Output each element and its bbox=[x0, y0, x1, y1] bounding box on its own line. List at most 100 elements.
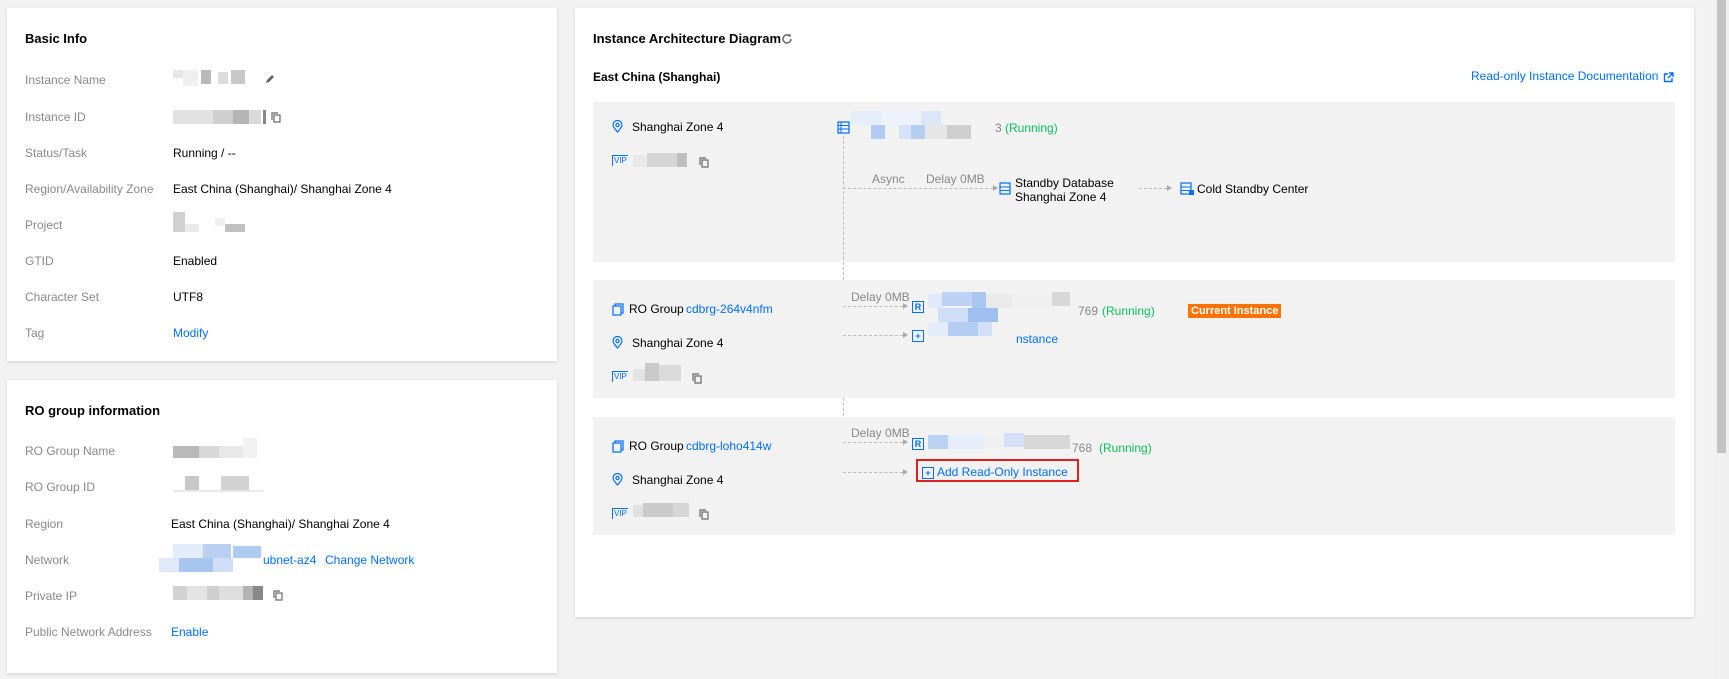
ro-group-name-redacted bbox=[173, 438, 273, 458]
network-redacted bbox=[159, 544, 263, 574]
ro-2-add-connector bbox=[843, 472, 903, 473]
standby-db-icon bbox=[999, 182, 1011, 195]
ro-1-instance-status: (Running) bbox=[1102, 304, 1155, 318]
master-zone-label: Shanghai Zone 4 bbox=[632, 120, 724, 134]
tag-modify-link[interactable]: Modify bbox=[173, 326, 208, 340]
region-zone-value: East China (Shanghai)/ Shanghai Zone 4 bbox=[173, 182, 392, 196]
copy-icon[interactable] bbox=[699, 157, 709, 168]
readonly-instance-icon: R bbox=[912, 438, 924, 450]
instance-id-label: Instance ID bbox=[25, 110, 86, 124]
region-heading: East China (Shanghai) bbox=[593, 70, 721, 84]
project-redacted bbox=[173, 212, 263, 232]
instance-icon bbox=[837, 121, 850, 134]
change-network-link[interactable]: Change Network bbox=[325, 553, 414, 567]
ro-1-instance-id-tail: 769 bbox=[1078, 304, 1099, 318]
architecture-diagram-card: Instance Architecture Diagram East China… bbox=[575, 8, 1694, 617]
ro-group-id-redacted bbox=[173, 474, 273, 494]
async-label: Async bbox=[872, 172, 905, 186]
gtid-value: Enabled bbox=[173, 254, 218, 268]
edit-icon[interactable] bbox=[265, 74, 275, 84]
current-instance-badge: Current Instance bbox=[1188, 304, 1282, 318]
copy-icon[interactable] bbox=[271, 112, 281, 123]
ro-2-instance-connector bbox=[843, 442, 903, 443]
ro-group-1-id-link[interactable]: cdbrg-264v4nfm bbox=[686, 302, 773, 316]
master-delay-label: Delay 0MB bbox=[926, 172, 985, 186]
ro-2-instance-id-tail: 768 bbox=[1072, 441, 1093, 455]
vip-icon: VIP bbox=[612, 508, 628, 519]
public-address-label: Public Network Address bbox=[25, 625, 152, 639]
copy-icon[interactable] bbox=[699, 509, 709, 520]
plus-icon[interactable]: + bbox=[922, 467, 934, 479]
add-readonly-instance-button[interactable]: Add Read-Only Instance bbox=[937, 465, 1068, 479]
cold-standby-icon bbox=[1180, 182, 1194, 195]
basic-info-title: Basic Info bbox=[25, 31, 88, 46]
cold-standby-label: Cold Standby Center bbox=[1197, 182, 1309, 196]
ro-1-add-arrow bbox=[903, 332, 908, 338]
refresh-icon[interactable] bbox=[781, 33, 793, 45]
page-scrollbar-thumb[interactable] bbox=[1717, 0, 1726, 453]
master-instance-redacted bbox=[851, 111, 991, 141]
ro-group-id-label: RO Group ID bbox=[25, 480, 96, 494]
region-value: East China (Shanghai)/ Shanghai Zone 4 bbox=[171, 517, 390, 531]
page-scrollbar[interactable] bbox=[1714, 0, 1729, 679]
master-instance-id-tail: 3 bbox=[995, 121, 1002, 135]
private-ip-label: Private IP bbox=[25, 589, 78, 603]
ro-1-add-connector bbox=[843, 335, 903, 336]
charset-label: Character Set bbox=[25, 290, 100, 304]
region-label: Region bbox=[25, 517, 64, 531]
charset-value: UTF8 bbox=[173, 290, 203, 304]
copy-icon[interactable] bbox=[692, 373, 702, 384]
ro-group-2-vip-redacted bbox=[633, 503, 693, 519]
instance-id-redacted bbox=[173, 110, 269, 124]
standby-db-zone: Shanghai Zone 4 bbox=[1015, 190, 1107, 204]
copy-icon[interactable] bbox=[273, 590, 283, 601]
ro-1-add-instance-link[interactable]: nstance bbox=[1016, 332, 1058, 346]
ro-group-icon bbox=[612, 440, 624, 453]
project-label: Project bbox=[25, 218, 63, 232]
ro-2-instance-status: (Running) bbox=[1099, 441, 1152, 455]
vip-icon: VIP bbox=[612, 371, 628, 382]
instance-name-redacted bbox=[173, 70, 263, 86]
ro-group-1-zone: Shanghai Zone 4 bbox=[632, 336, 724, 350]
location-icon bbox=[612, 120, 623, 133]
master-status: (Running) bbox=[1005, 121, 1058, 135]
network-label: Network bbox=[25, 553, 70, 567]
ro-2-add-arrow bbox=[903, 469, 908, 475]
private-ip-redacted bbox=[173, 586, 269, 600]
readonly-doc-link[interactable]: Read-only Instance Documentation bbox=[1471, 69, 1658, 83]
ro-2-instance-redacted bbox=[928, 433, 1078, 451]
ro-1-instance-connector bbox=[843, 306, 903, 307]
ro-group-2-prefix: RO Group bbox=[629, 439, 684, 453]
location-icon bbox=[612, 336, 623, 349]
ro-2-delay-label: Delay 0MB bbox=[851, 426, 910, 440]
ro-group-2-zone: Shanghai Zone 4 bbox=[632, 473, 724, 487]
ro-group-info-title: RO group information bbox=[25, 403, 161, 418]
tag-label: Tag bbox=[25, 326, 45, 340]
standby-connector bbox=[843, 188, 993, 189]
ro-group-2-panel bbox=[593, 417, 1675, 535]
basic-info-card: Basic Info Instance Name Instance ID Sta… bbox=[7, 8, 557, 361]
standby-arrow bbox=[993, 185, 998, 191]
cold-standby-connector bbox=[1139, 188, 1167, 189]
network-subnet-link[interactable]: ubnet-az4 bbox=[263, 553, 316, 567]
plus-icon[interactable]: + bbox=[912, 330, 924, 342]
readonly-instance-icon: R bbox=[912, 301, 924, 313]
external-link-icon[interactable] bbox=[1663, 72, 1674, 83]
status-label: Status/Task bbox=[25, 146, 88, 160]
ro-group-1-prefix: RO Group bbox=[629, 302, 684, 316]
standby-db-title: Standby Database bbox=[1015, 176, 1114, 190]
ro-1-delay-label: Delay 0MB bbox=[851, 290, 910, 304]
cold-standby-arrow bbox=[1167, 185, 1172, 191]
master-zone-panel bbox=[593, 102, 1675, 262]
ro-group-info-card: RO group information RO Group Name RO Gr… bbox=[7, 380, 557, 673]
location-icon bbox=[612, 473, 623, 486]
ro-group-name-label: RO Group Name bbox=[25, 444, 116, 458]
ro-group-1-panel bbox=[593, 280, 1675, 398]
ro-group-2-id-link[interactable]: cdbrg-loho414w bbox=[686, 439, 771, 453]
ro-group-icon bbox=[612, 303, 624, 316]
enable-public-address-link[interactable]: Enable bbox=[171, 625, 208, 639]
diagram-title: Instance Architecture Diagram bbox=[593, 31, 782, 46]
status-value: Running / -- bbox=[173, 146, 236, 160]
instance-name-label: Instance Name bbox=[25, 73, 106, 87]
gtid-label: GTID bbox=[25, 254, 54, 268]
